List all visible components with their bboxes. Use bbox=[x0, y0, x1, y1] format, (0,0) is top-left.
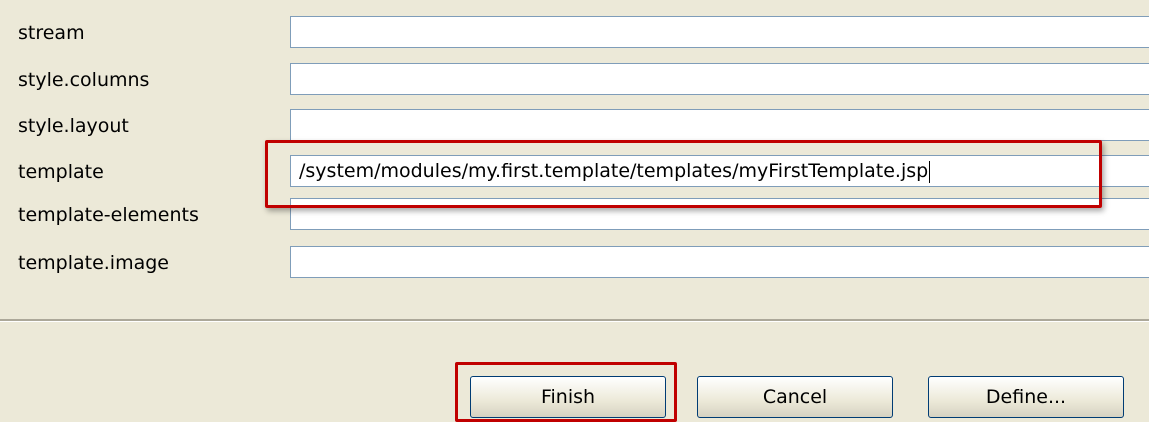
property-value-field[interactable] bbox=[290, 109, 1149, 141]
property-value-field[interactable] bbox=[290, 63, 1149, 95]
property-row-style-columns: style.columns bbox=[0, 61, 1149, 99]
property-value-field[interactable] bbox=[290, 16, 1149, 48]
property-label: template.image bbox=[18, 252, 169, 274]
define-button[interactable]: Define... bbox=[928, 376, 1124, 418]
property-label: style.columns bbox=[18, 69, 150, 91]
property-row-stream: stream bbox=[0, 14, 1149, 52]
property-label: template bbox=[18, 161, 104, 183]
property-label: template-elements bbox=[18, 204, 199, 226]
cancel-button[interactable]: Cancel bbox=[697, 376, 893, 418]
property-label: style.layout bbox=[18, 115, 129, 137]
template-field-highlight bbox=[265, 140, 1102, 208]
finish-button-highlight bbox=[455, 362, 677, 422]
dialog-separator bbox=[0, 319, 1149, 322]
property-value-field[interactable] bbox=[290, 246, 1149, 278]
property-row-template-image: template.image bbox=[0, 244, 1149, 282]
property-label: stream bbox=[18, 22, 85, 44]
